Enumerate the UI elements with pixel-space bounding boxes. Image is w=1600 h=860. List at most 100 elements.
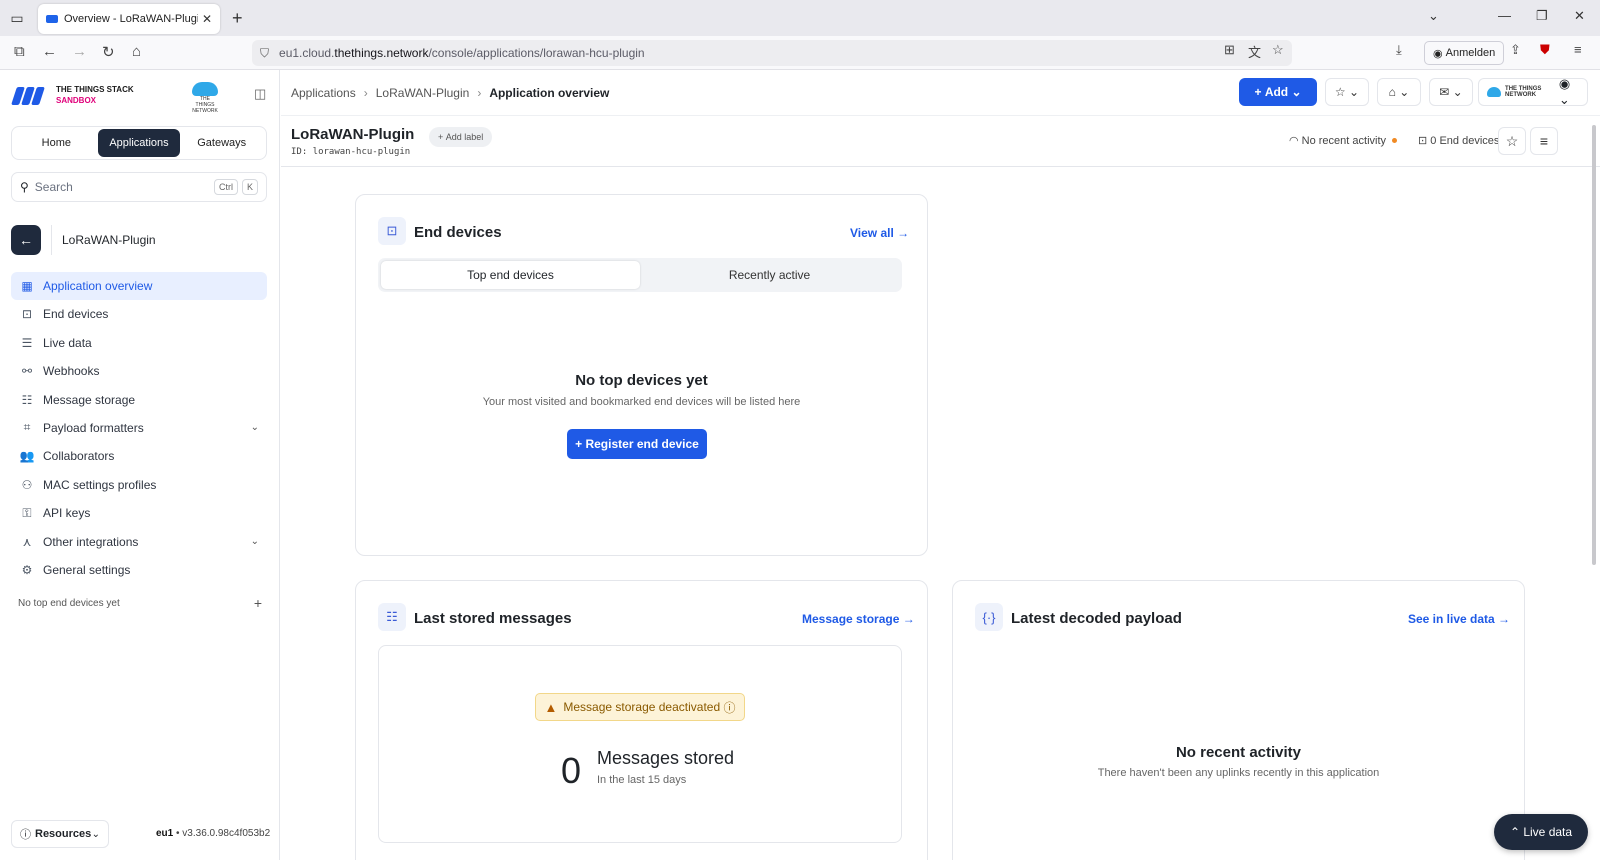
- bookmark-star-button[interactable]: ☆: [1498, 127, 1526, 155]
- empty-subtitle: Your most visited and bookmarked end dev…: [482, 396, 801, 408]
- view-all-link[interactable]: View all →: [850, 226, 909, 240]
- chevron-down-icon[interactable]: ⌄: [1428, 8, 1439, 24]
- breadcrumb-current: Application overview: [489, 86, 610, 100]
- top-devices-section: No top end devices yet +: [18, 595, 262, 611]
- account-icon: ◉: [1433, 47, 1446, 60]
- breadcrumb: Applications › LoRaWAN-Plugin › Applicat…: [291, 86, 609, 100]
- home-icon[interactable]: ⌂: [132, 43, 141, 60]
- download-icon[interactable]: ⤓: [1396, 42, 1402, 58]
- forward-icon[interactable]: →: [72, 43, 87, 60]
- brand-mark-icon: [11, 85, 50, 105]
- see-live-data-link[interactable]: See in live data →: [1408, 612, 1510, 626]
- browser-navbar: ⧉ ← → ↻ ⌂ ⛉ eu1.cloud.thethings.network/…: [0, 36, 1600, 70]
- sidebar-item-api-keys[interactable]: ⚿ API keys: [11, 499, 267, 527]
- grid-icon: ▦: [21, 279, 33, 293]
- sidebar-item-application-overview[interactable]: ▦ Application overview: [11, 272, 267, 300]
- braces-icon: {·}: [975, 603, 1003, 631]
- close-icon[interactable]: ✕: [202, 12, 212, 26]
- back-arrow-icon[interactable]: ←: [11, 225, 41, 255]
- stored-messages-box: ▲ Message storage deactivated ⓘ 0 Messag…: [378, 645, 902, 843]
- message-storage-link[interactable]: Message storage →: [802, 612, 915, 626]
- translate-icon[interactable]: 文: [1248, 42, 1261, 61]
- chip-icon: ⊡: [1418, 135, 1431, 147]
- menu-icon[interactable]: ≡: [1574, 42, 1582, 57]
- app-name: LoRaWAN-Plugin: [62, 233, 156, 247]
- devices-tabs: Top end devices Recently active: [378, 258, 902, 292]
- stored-messages-card: ☷ Last stored messages Message storage →…: [355, 580, 928, 860]
- url-text[interactable]: eu1.cloud.thethings.network/console/appl…: [279, 46, 645, 60]
- browser-tab[interactable]: Overview - LoRaWAN-Plugin - T ✕: [38, 4, 220, 34]
- info-icon[interactable]: ⓘ: [720, 699, 735, 716]
- chevron-right-icon: ›: [477, 86, 482, 100]
- sidebar-item-message-storage[interactable]: ☷ Message storage: [11, 386, 267, 414]
- sidebar-item-collaborators[interactable]: 👥 Collaborators: [11, 442, 267, 470]
- sidebar-item-webhooks[interactable]: ⚯ Webhooks: [11, 357, 267, 385]
- plus-icon: +: [438, 132, 446, 142]
- chevron-down-icon[interactable]: ⌄: [251, 422, 259, 433]
- back-icon[interactable]: ←: [42, 43, 57, 60]
- bookmark-star-icon[interactable]: ☆: [1272, 42, 1284, 58]
- sidebar-item-end-devices[interactable]: ⊡ End devices: [11, 300, 267, 328]
- tab-list-icon[interactable]: ▭: [0, 0, 34, 36]
- app-id: ID: lorawan-hcu-plugin: [291, 147, 411, 157]
- sidebar-item-other-integrations[interactable]: ⋏ Other integrations ⌄: [11, 528, 267, 556]
- add-button[interactable]: + Add ⌄: [1239, 78, 1317, 106]
- nav-applications[interactable]: Applications: [97, 129, 181, 157]
- add-label-button[interactable]: + Add label: [429, 127, 493, 147]
- sidebar-toggle-icon[interactable]: ⧉: [14, 43, 25, 60]
- signin-button[interactable]: ◉ Anmelden: [1424, 41, 1505, 65]
- chevron-down-icon: ⌄: [91, 828, 100, 840]
- header-menu-button[interactable]: ≡: [1530, 127, 1558, 155]
- brand-logo[interactable]: THE THINGS STACK SANDBOX: [11, 84, 134, 106]
- new-tab-icon[interactable]: +: [232, 8, 243, 29]
- tab-recently-active[interactable]: Recently active: [640, 261, 899, 289]
- info-icon: ⓘ: [20, 829, 31, 841]
- tab-top-end-devices[interactable]: Top end devices: [381, 261, 640, 289]
- extensions-icon[interactable]: ⇪: [1510, 42, 1521, 58]
- minimize-icon[interactable]: —: [1498, 8, 1511, 23]
- search-input[interactable]: ⚲ Search Ctrl K: [11, 172, 267, 202]
- bookmarks-button[interactable]: ☆ ⌄: [1325, 78, 1369, 106]
- reader-icon[interactable]: ⊞: [1224, 42, 1235, 58]
- sidebar-item-mac-settings[interactable]: ⚇ MAC settings profiles: [11, 471, 267, 499]
- top-devices-empty: No top end devices yet: [18, 598, 120, 609]
- key-icon: ⚿: [22, 505, 32, 520]
- live-data-button[interactable]: ⌃ Live data: [1494, 814, 1588, 850]
- card-title: End devices: [414, 224, 502, 241]
- notifications-button[interactable]: ✉ ⌄: [1429, 78, 1473, 106]
- app-topbar: Applications › LoRaWAN-Plugin › Applicat…: [281, 70, 1600, 116]
- scrollbar[interactable]: [1592, 125, 1596, 565]
- browser-tabbar: ▭ Overview - LoRaWAN-Plugin - T ✕ + ⌄ — …: [0, 0, 1600, 36]
- shortcut-ctrl: Ctrl: [213, 179, 238, 195]
- nav-home[interactable]: Home: [15, 129, 98, 157]
- close-window-icon[interactable]: ✕: [1574, 8, 1585, 24]
- star-icon: ☆ ⌄: [1334, 85, 1360, 99]
- storage-warning-badge: ▲ Message storage deactivated ⓘ: [535, 693, 745, 721]
- collapse-sidebar-icon[interactable]: ◫: [254, 86, 266, 102]
- restore-icon[interactable]: ❐: [1536, 8, 1548, 24]
- url-bar[interactable]: ⛉ eu1.cloud.thethings.network/console/ap…: [252, 40, 1292, 66]
- chevron-down-icon[interactable]: ⌄: [251, 536, 259, 547]
- sidebar-item-payload-formatters[interactable]: ⌗ Payload formatters ⌄: [11, 414, 267, 442]
- breadcrumb-applications[interactable]: Applications: [291, 86, 356, 100]
- activity-status: ◠ No recent activity: [1289, 134, 1398, 147]
- chevron-down-icon: ⌄: [1288, 85, 1302, 99]
- user-icon: ◉ ⌄: [1558, 76, 1571, 107]
- reload-icon[interactable]: ↻: [102, 43, 115, 61]
- breadcrumb-app[interactable]: LoRaWAN-Plugin: [376, 86, 470, 100]
- version-label: eu1 • v3.36.0.98c4f053b2: [156, 828, 271, 839]
- nav-gateways[interactable]: Gateways: [180, 129, 263, 157]
- chip-icon: ⊡: [21, 307, 33, 322]
- shield-extension-icon[interactable]: ⛊: [1540, 42, 1550, 58]
- end-devices-card: ⊡ End devices View all → Top end devices…: [355, 194, 928, 556]
- profile-dropdown[interactable]: THE THINGS NETWORK ◉ ⌄: [1478, 76, 1588, 107]
- device-count[interactable]: ⊡ 0 End devices: [1418, 134, 1499, 147]
- register-end-device-button[interactable]: + Register end device: [567, 429, 707, 459]
- resources-button[interactable]: ⓘ Resources ⌄: [11, 820, 109, 848]
- sidebar-item-live-data[interactable]: ☰ Live data: [11, 329, 267, 357]
- decoded-payload-card: {·} Latest decoded payload See in live d…: [952, 580, 1525, 860]
- shield-icon[interactable]: ⛉: [260, 46, 269, 61]
- add-top-device-icon[interactable]: +: [254, 595, 262, 611]
- tags-button[interactable]: ⌂ ⌄: [1377, 78, 1421, 106]
- sidebar-item-general-settings[interactable]: ⚙ General settings: [11, 556, 267, 584]
